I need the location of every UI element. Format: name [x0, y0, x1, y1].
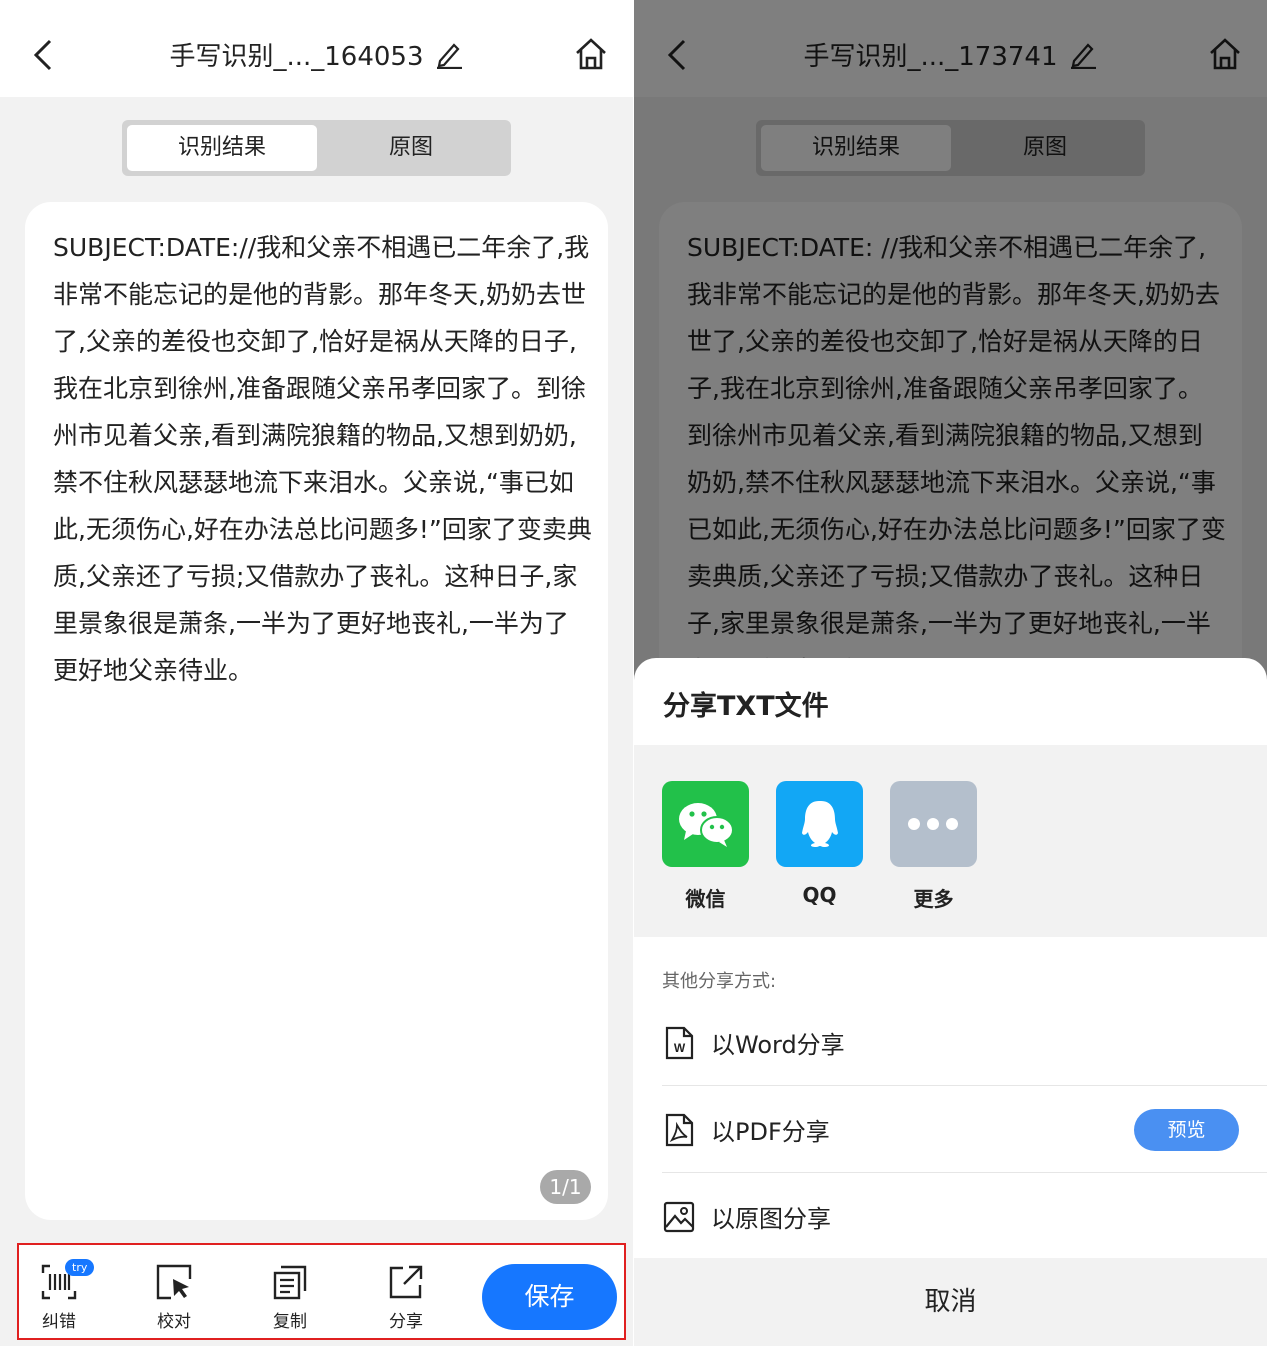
proofread-button[interactable]: 校对	[144, 1263, 204, 1332]
cursor-select-icon	[156, 1264, 192, 1300]
proofread-label: 校对	[157, 1312, 191, 1332]
qq-label: QQ	[802, 883, 837, 907]
copy-document-icon	[273, 1265, 307, 1300]
copy-button[interactable]: 复制	[260, 1263, 320, 1332]
share-as-word-option[interactable]: W 以Word分享	[662, 999, 1267, 1086]
try-badge: try	[65, 1259, 95, 1276]
share-qq-button[interactable]: QQ	[776, 781, 863, 907]
wechat-label: 微信	[685, 887, 726, 911]
top-bar: 手写识别_..._164053	[0, 0, 633, 97]
share-label: 分享	[389, 1312, 423, 1332]
image-file-icon	[663, 1201, 695, 1233]
share-as-word-label: 以Word分享	[711, 1031, 845, 1059]
recognized-text[interactable]: SUBJECT:DATE://我和父亲不相遇已二年余了,我非常不能忘记的是他的背…	[53, 224, 593, 694]
result-text-card: SUBJECT:DATE://我和父亲不相遇已二年余了,我非常不能忘记的是他的背…	[25, 202, 608, 1220]
edit-pencil-icon[interactable]	[434, 39, 464, 69]
other-share-methods-title: 其他分享方式:	[662, 971, 777, 992]
tab-recognition-result[interactable]: 识别结果	[127, 125, 317, 171]
svg-text:W: W	[674, 1041, 686, 1055]
word-file-icon: W	[665, 1026, 694, 1060]
tab-original-image[interactable]: 原图	[316, 125, 506, 171]
share-as-original-image-label: 以原图分享	[711, 1205, 831, 1233]
document-title[interactable]: 手写识别_..._164053	[0, 36, 633, 73]
share-as-pdf-option[interactable]: 以PDF分享 预览	[662, 1086, 1267, 1173]
share-export-icon	[389, 1265, 423, 1299]
right-screen: 手写识别_..._173741 识别结果 原图 SUBJECT:DATE: //…	[634, 0, 1267, 1346]
more-label: 更多	[913, 887, 954, 911]
more-icon	[890, 781, 977, 867]
share-as-pdf-label: 以PDF分享	[711, 1118, 830, 1146]
share-as-original-image-option[interactable]: 以原图分享	[662, 1173, 1267, 1260]
qq-icon	[776, 781, 863, 867]
share-sheet: 分享TXT文件 微信 QQ 更多 其他分享方式: W 以Word分享 以PDF分…	[634, 658, 1267, 1346]
bottom-toolbar: 纠错 try 校对 复制 分享 保存	[17, 1243, 626, 1340]
document-title-text: 手写识别_..._164053	[169, 42, 424, 72]
copy-label: 复制	[273, 1312, 307, 1332]
wechat-icon	[662, 781, 749, 867]
save-button[interactable]: 保存	[482, 1264, 617, 1330]
share-wechat-button[interactable]: 微信	[662, 781, 749, 912]
home-icon[interactable]	[573, 36, 609, 72]
correct-label: 纠错	[42, 1312, 76, 1332]
result-original-toggle: 识别结果 原图	[122, 120, 511, 176]
share-button[interactable]: 分享	[376, 1263, 436, 1332]
cancel-button[interactable]: 取消	[634, 1258, 1267, 1346]
pdf-preview-button[interactable]: 预览	[1134, 1109, 1239, 1151]
share-sheet-title: 分享TXT文件	[663, 691, 829, 722]
page-indicator: 1/1	[540, 1170, 591, 1204]
pdf-file-icon	[665, 1113, 694, 1147]
share-more-button[interactable]: 更多	[890, 781, 977, 912]
left-screen: 手写识别_..._164053 识别结果 原图 SUBJECT:DATE://我…	[0, 0, 633, 1346]
share-apps-row: 微信 QQ 更多	[634, 745, 1267, 937]
